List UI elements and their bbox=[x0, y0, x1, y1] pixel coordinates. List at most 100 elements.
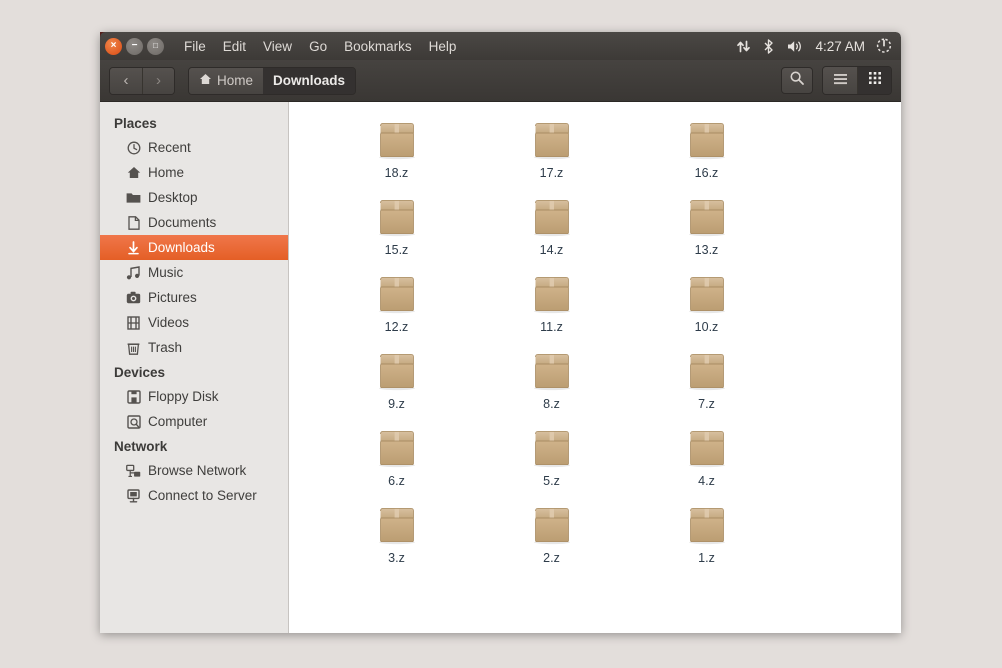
close-button[interactable]: × bbox=[105, 37, 122, 55]
sidebar-item-label: Computer bbox=[148, 414, 208, 429]
file-item[interactable]: 18.z bbox=[319, 120, 474, 197]
trash-icon bbox=[126, 341, 141, 355]
sidebar-item-browse-network[interactable]: Browse Network bbox=[100, 458, 288, 483]
breadcrumb-home[interactable]: Home bbox=[189, 67, 264, 94]
file-item[interactable]: 9.z bbox=[319, 351, 474, 428]
menu-file[interactable]: File bbox=[184, 39, 206, 54]
archive-box-icon bbox=[530, 197, 574, 237]
sidebar-section-devices: Devices bbox=[114, 365, 166, 380]
file-item-label: 13.z bbox=[694, 243, 719, 257]
sidebar-item-home[interactable]: Home bbox=[100, 160, 288, 185]
sidebar-item-music[interactable]: Music bbox=[100, 260, 288, 285]
file-item-label: 18.z bbox=[384, 166, 409, 180]
list-view-button[interactable] bbox=[823, 67, 857, 94]
sidebar-item-label: Connect to Server bbox=[148, 488, 257, 503]
network-updown-icon[interactable] bbox=[736, 39, 751, 54]
archive-box-icon bbox=[530, 505, 574, 545]
file-grid-row: 15.z 14.z 13.z bbox=[289, 197, 901, 274]
file-item[interactable]: 14.z bbox=[474, 197, 629, 274]
archive-box-icon bbox=[530, 274, 574, 314]
view-mode-buttons bbox=[822, 66, 892, 95]
menu-view[interactable]: View bbox=[263, 39, 292, 54]
menu-go[interactable]: Go bbox=[309, 39, 327, 54]
archive-box-icon bbox=[685, 120, 729, 160]
document-icon bbox=[126, 215, 141, 230]
minimize-icon: − bbox=[131, 40, 138, 51]
sidebar-item-label: Browse Network bbox=[148, 463, 247, 478]
back-button[interactable]: ‹ bbox=[110, 67, 142, 94]
maximize-button[interactable]: □ bbox=[147, 37, 164, 55]
file-item[interactable]: 3.z bbox=[319, 505, 474, 582]
file-item-label: 11.z bbox=[540, 320, 563, 334]
clock-icon bbox=[126, 141, 141, 155]
file-grid-row: 12.z 11.z 10.z bbox=[289, 274, 901, 351]
sidebar-item-connect-to-server[interactable]: Connect to Server bbox=[100, 483, 288, 508]
file-item[interactable]: 7.z bbox=[629, 351, 784, 428]
file-item[interactable]: 5.z bbox=[474, 428, 629, 505]
sidebar-item-pictures[interactable]: Pictures bbox=[100, 285, 288, 310]
sidebar-item-desktop[interactable]: Desktop bbox=[100, 185, 288, 210]
grid-view-button[interactable] bbox=[857, 67, 891, 94]
file-item[interactable]: 16.z bbox=[629, 120, 784, 197]
file-grid-row: 9.z 8.z 7.z bbox=[289, 351, 901, 428]
file-item[interactable]: 15.z bbox=[319, 197, 474, 274]
file-manager-window: × − □ File Edit View Go Bookmarks Help 4… bbox=[100, 32, 901, 633]
file-item-label: 14.z bbox=[539, 243, 564, 257]
breadcrumb: Home Downloads bbox=[188, 66, 357, 95]
file-item[interactable]: 11.z bbox=[474, 274, 629, 351]
file-item[interactable]: 8.z bbox=[474, 351, 629, 428]
forward-button[interactable]: › bbox=[142, 67, 174, 94]
file-grid-row: 3.z 2.z 1.z bbox=[289, 505, 901, 582]
sidebar-item-trash[interactable]: Trash bbox=[100, 335, 288, 360]
file-grid-row: 18.z 17.z 16.z bbox=[289, 120, 901, 197]
breadcrumb-home-label: Home bbox=[217, 73, 254, 88]
file-item[interactable]: 13.z bbox=[629, 197, 784, 274]
archive-box-icon bbox=[375, 351, 419, 391]
archive-box-icon bbox=[685, 505, 729, 545]
minimize-button[interactable]: − bbox=[126, 37, 143, 55]
power-gear-icon[interactable] bbox=[876, 38, 892, 54]
archive-box-icon bbox=[685, 351, 729, 391]
list-icon bbox=[833, 72, 848, 90]
archive-box-icon bbox=[530, 428, 574, 468]
archive-box-icon bbox=[375, 274, 419, 314]
file-item[interactable]: 4.z bbox=[629, 428, 784, 505]
sidebar-item-label: Documents bbox=[148, 215, 217, 230]
sidebar-item-label: Desktop bbox=[148, 190, 198, 205]
archive-box-icon bbox=[375, 120, 419, 160]
breadcrumb-downloads-label: Downloads bbox=[273, 73, 346, 88]
sidebar-item-label: Trash bbox=[148, 340, 183, 355]
file-item[interactable]: 12.z bbox=[319, 274, 474, 351]
menu-edit[interactable]: Edit bbox=[223, 39, 246, 54]
sidebar-item-computer[interactable]: Computer bbox=[100, 409, 288, 434]
volume-icon[interactable] bbox=[786, 39, 804, 54]
breadcrumb-downloads[interactable]: Downloads bbox=[263, 67, 356, 94]
grid-icon bbox=[868, 71, 882, 90]
sidebar-section-places: Places bbox=[114, 116, 157, 131]
file-item[interactable]: 17.z bbox=[474, 120, 629, 197]
clock[interactable]: 4:27 AM bbox=[815, 39, 865, 54]
camera-icon bbox=[126, 291, 141, 304]
sidebar-item-downloads[interactable]: Downloads bbox=[100, 235, 288, 260]
archive-box-icon bbox=[375, 505, 419, 545]
sidebar-item-recent[interactable]: Recent bbox=[100, 135, 288, 160]
menu-bookmarks[interactable]: Bookmarks bbox=[344, 39, 412, 54]
archive-box-icon bbox=[685, 197, 729, 237]
sidebar-item-floppy-disk[interactable]: Floppy Disk bbox=[100, 384, 288, 409]
search-button[interactable] bbox=[781, 67, 813, 94]
sidebar-item-label: Music bbox=[148, 265, 184, 280]
archive-box-icon bbox=[685, 274, 729, 314]
file-item[interactable]: 10.z bbox=[629, 274, 784, 351]
home-icon bbox=[199, 73, 212, 88]
sidebar-item-documents[interactable]: Documents bbox=[100, 210, 288, 235]
file-item[interactable]: 6.z bbox=[319, 428, 474, 505]
file-grid[interactable]: 18.z 17.z 16.z 15.z 14.z 13.z 12.z 11.z 10.z 9.z 8… bbox=[289, 102, 901, 633]
file-item[interactable]: 2.z bbox=[474, 505, 629, 582]
file-item-label: 5.z bbox=[543, 474, 560, 488]
places-sidebar: Places Recent Home Desktop Documents Download… bbox=[100, 102, 289, 633]
menu-help[interactable]: Help bbox=[429, 39, 457, 54]
sidebar-item-videos[interactable]: Videos bbox=[100, 310, 288, 335]
window-controls: × − □ bbox=[100, 37, 164, 55]
file-item[interactable]: 1.z bbox=[629, 505, 784, 582]
bluetooth-icon[interactable] bbox=[762, 38, 775, 54]
